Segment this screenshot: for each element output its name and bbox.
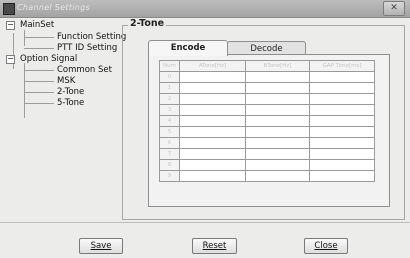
row-number-cell: 6 (159, 137, 180, 149)
atone-cell[interactable] (179, 137, 246, 149)
window-title: Channel Settings (17, 3, 90, 12)
btone-cell[interactable] (245, 82, 310, 94)
close-button[interactable]: Close (304, 238, 348, 254)
row-number-cell: 7 (159, 148, 180, 160)
collapse-icon[interactable]: − (6, 21, 15, 30)
tree-item-2-tone[interactable]: 2-Tone (57, 87, 84, 97)
tone-table: Num ATone[Hz] BTone[Hz] GAP Time[ms] 012… (159, 60, 375, 182)
save-button[interactable]: Save (79, 238, 123, 254)
btone-cell[interactable] (245, 126, 310, 138)
table-row: 8 (159, 159, 375, 171)
tree-connector (24, 37, 54, 38)
btone-cell[interactable] (245, 170, 310, 182)
table-row: 9 (159, 170, 375, 182)
row-number-cell: 1 (159, 82, 180, 94)
atone-cell[interactable] (179, 82, 246, 94)
tab-encode[interactable]: Encode (148, 40, 228, 56)
row-number-cell: 3 (159, 104, 180, 116)
table-header-row: Num ATone[Hz] BTone[Hz] GAP Time[ms] (159, 60, 375, 72)
atone-cell[interactable] (179, 170, 246, 182)
title-bar: Channel Settings ✕ (0, 0, 410, 18)
tree-connector (24, 103, 54, 104)
row-number-cell: 4 (159, 115, 180, 127)
tree-connector (24, 48, 54, 49)
btone-cell[interactable] (245, 137, 310, 149)
reset-button[interactable]: Reset (192, 238, 237, 254)
gap-time-cell[interactable] (309, 137, 375, 149)
gap-time-cell[interactable] (309, 170, 375, 182)
btone-cell[interactable] (245, 104, 310, 116)
btone-cell[interactable] (245, 159, 310, 171)
atone-cell[interactable] (179, 93, 246, 105)
table-row: 4 (159, 115, 375, 127)
gap-time-cell[interactable] (309, 115, 375, 127)
row-number-cell: 5 (159, 126, 180, 138)
table-row: 6 (159, 137, 375, 149)
tree-item-ptt-id-setting[interactable]: PTT ID Setting (57, 43, 117, 53)
gap-time-cell[interactable] (309, 71, 375, 83)
atone-cell[interactable] (179, 126, 246, 138)
gap-time-cell[interactable] (309, 104, 375, 116)
tree-connector (24, 30, 25, 46)
btone-cell[interactable] (245, 93, 310, 105)
table-row: 3 (159, 104, 375, 116)
column-header-atone: ATone[Hz] (179, 60, 246, 72)
atone-cell[interactable] (179, 115, 246, 127)
tree-item-common-set[interactable]: Common Set (57, 65, 112, 75)
gap-time-cell[interactable] (309, 93, 375, 105)
tree-item-msk[interactable]: MSK (57, 76, 75, 86)
btone-cell[interactable] (245, 71, 310, 83)
row-number-cell: 2 (159, 93, 180, 105)
table-row: 1 (159, 82, 375, 94)
gap-time-cell[interactable] (309, 82, 375, 94)
tree-item-5-tone[interactable]: 5-Tone (57, 98, 84, 108)
column-header-num: Num (159, 60, 180, 72)
column-header-gap-time: GAP Time[ms] (309, 60, 375, 72)
close-icon[interactable]: ✕ (383, 1, 405, 16)
column-header-btone: BTone[Hz] (245, 60, 310, 72)
collapse-icon[interactable]: − (6, 55, 15, 64)
atone-cell[interactable] (179, 104, 246, 116)
tree-connector (24, 70, 54, 71)
row-number-cell: 0 (159, 71, 180, 83)
tree-connector (24, 81, 54, 82)
gap-time-cell[interactable] (309, 159, 375, 171)
table-row: 5 (159, 126, 375, 138)
row-number-cell: 9 (159, 170, 180, 182)
tree-item-function-setting[interactable]: Function Setting (57, 32, 126, 42)
tree-connector (24, 63, 25, 118)
atone-cell[interactable] (179, 148, 246, 160)
tree-connector (24, 92, 54, 93)
atone-cell[interactable] (179, 159, 246, 171)
btone-cell[interactable] (245, 115, 310, 127)
table-row: 7 (159, 148, 375, 160)
table-row: 0 (159, 71, 375, 83)
row-number-cell: 8 (159, 159, 180, 171)
app-icon (3, 3, 15, 15)
tree-item-mainset[interactable]: MainSet (20, 20, 54, 30)
atone-cell[interactable] (179, 71, 246, 83)
group-title: 2-Tone (128, 18, 167, 29)
gap-time-cell[interactable] (309, 148, 375, 160)
gap-time-cell[interactable] (309, 126, 375, 138)
settings-tree: − MainSet Function Setting PTT ID Settin… (0, 17, 126, 222)
footer-divider (0, 222, 410, 223)
btone-cell[interactable] (245, 148, 310, 160)
table-row: 2 (159, 93, 375, 105)
tree-item-option-signal[interactable]: Option Signal (20, 54, 77, 64)
